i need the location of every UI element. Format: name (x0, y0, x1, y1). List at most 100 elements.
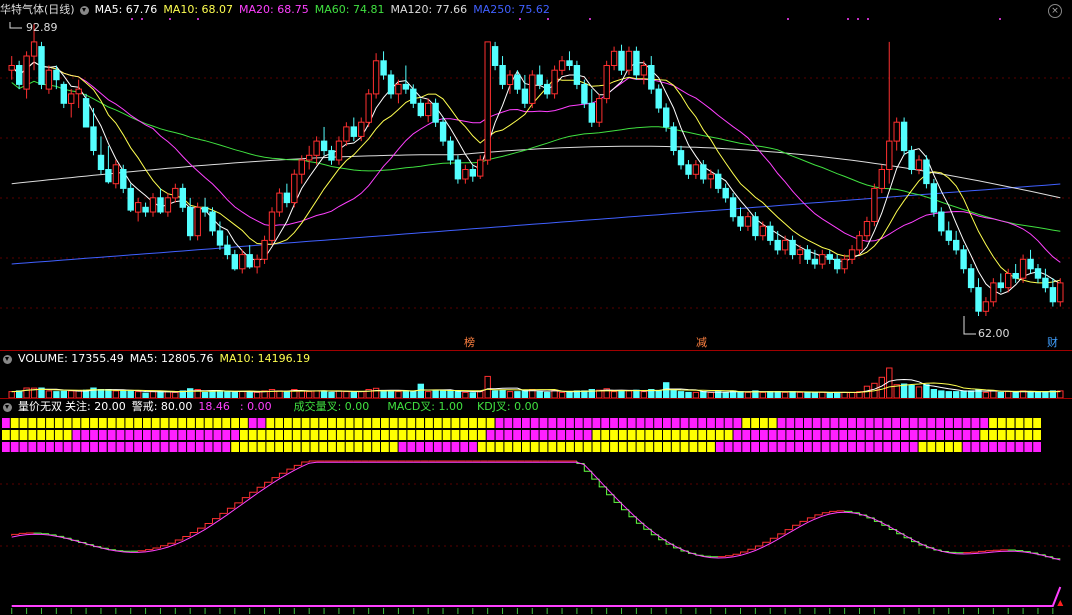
candle (1042, 277, 1049, 289)
signal-cell (107, 442, 116, 452)
signal-cell (971, 430, 980, 440)
signal-cell (786, 442, 795, 452)
signal-cell (671, 430, 680, 440)
signal-cell (953, 442, 962, 452)
signal-cell (610, 430, 618, 440)
candle (856, 235, 863, 251)
kdj-cross: KDJ叉: 0.00 (476, 400, 539, 413)
signal-cell (407, 418, 416, 428)
signal-cell (363, 442, 372, 452)
signal-cell (715, 442, 724, 452)
candle (499, 65, 506, 85)
signal-cell (19, 418, 28, 428)
signal-cell (134, 418, 142, 428)
signal-cell (98, 442, 107, 452)
signal-cell (548, 418, 557, 428)
oscillator-step (1022, 550, 1031, 553)
signal-cell (90, 418, 98, 428)
oscillator-step (308, 460, 317, 462)
signal-cell (751, 430, 759, 440)
candle (283, 192, 291, 204)
price-chart[interactable] (0, 18, 1072, 350)
signal-cell (839, 430, 848, 440)
signal-cell (275, 418, 283, 428)
candle (677, 150, 685, 166)
signal-cell (883, 442, 892, 452)
candle (187, 206, 194, 237)
ma-settings-icon[interactable] (79, 5, 89, 15)
candle (417, 102, 425, 117)
signal-cell (345, 418, 354, 428)
signal-cell (389, 430, 398, 440)
signal-cell (81, 418, 90, 428)
signal-cell (469, 442, 477, 452)
signal-cell (319, 418, 328, 428)
oscillator-chart[interactable] (0, 456, 1072, 615)
volume-bar (45, 390, 53, 398)
signal-cell (539, 418, 548, 428)
volume-bar (581, 390, 588, 398)
oscillator-step (725, 555, 734, 557)
signal-cell (645, 418, 654, 428)
candle (462, 169, 469, 180)
signal-cell (98, 430, 107, 440)
ma120-line (11, 145, 1061, 199)
candle (744, 216, 752, 227)
candle (387, 74, 395, 95)
signal-cell (372, 430, 380, 440)
candle (967, 268, 975, 289)
candle (60, 83, 67, 104)
volume-chart[interactable] (0, 366, 1072, 398)
close-icon[interactable]: × (1048, 4, 1062, 18)
signal-cell (107, 430, 116, 440)
signal-cell (275, 442, 283, 452)
volume-settings-icon[interactable] (3, 354, 12, 364)
signal-cell (592, 430, 601, 440)
signal-cell (522, 430, 530, 440)
signal-cell (936, 442, 944, 452)
candle (536, 74, 543, 85)
signal-cell (345, 442, 354, 452)
candle (707, 173, 714, 180)
oscillator-step (628, 509, 637, 518)
indicator-focus: 关注: 20.00 (65, 400, 126, 413)
signal-cell (627, 442, 636, 452)
candle (1012, 273, 1019, 279)
oscillator-step (643, 523, 652, 530)
candle (127, 187, 134, 211)
signal-cell (1015, 418, 1024, 428)
candle (514, 74, 521, 90)
marker-jian[interactable]: 减 (696, 337, 707, 349)
signal-cell (1006, 430, 1015, 440)
signal-cell (601, 418, 610, 428)
indicator-settings-icon[interactable] (3, 402, 12, 412)
signal-cell (715, 418, 724, 428)
signal-cell (248, 442, 257, 452)
signal-cell (821, 442, 830, 452)
signal-cell (46, 442, 54, 452)
candle (439, 121, 447, 142)
candle (826, 254, 833, 260)
marker-cai[interactable]: 财 (1047, 337, 1058, 349)
signal-cell (989, 430, 997, 440)
signal-cell (689, 430, 698, 440)
ma120-label: MA120: 77.66 (390, 3, 468, 16)
signal-cell (971, 418, 980, 428)
signal-cell (336, 430, 345, 440)
signal-cell (389, 442, 398, 452)
signal-band (11, 586, 1062, 607)
volume-bar (120, 390, 127, 398)
signal-cell (557, 418, 566, 428)
candle (239, 254, 246, 270)
candle (923, 159, 930, 185)
signal-cell (760, 430, 768, 440)
candle (343, 126, 350, 142)
candle (97, 154, 105, 171)
signal-cell (63, 418, 72, 428)
signal-cell (442, 442, 451, 452)
candle (752, 216, 759, 237)
candle (491, 46, 499, 66)
signal-cell (204, 442, 213, 452)
marker-bang[interactable]: 榜 (464, 337, 475, 349)
signal-cell (451, 442, 460, 452)
